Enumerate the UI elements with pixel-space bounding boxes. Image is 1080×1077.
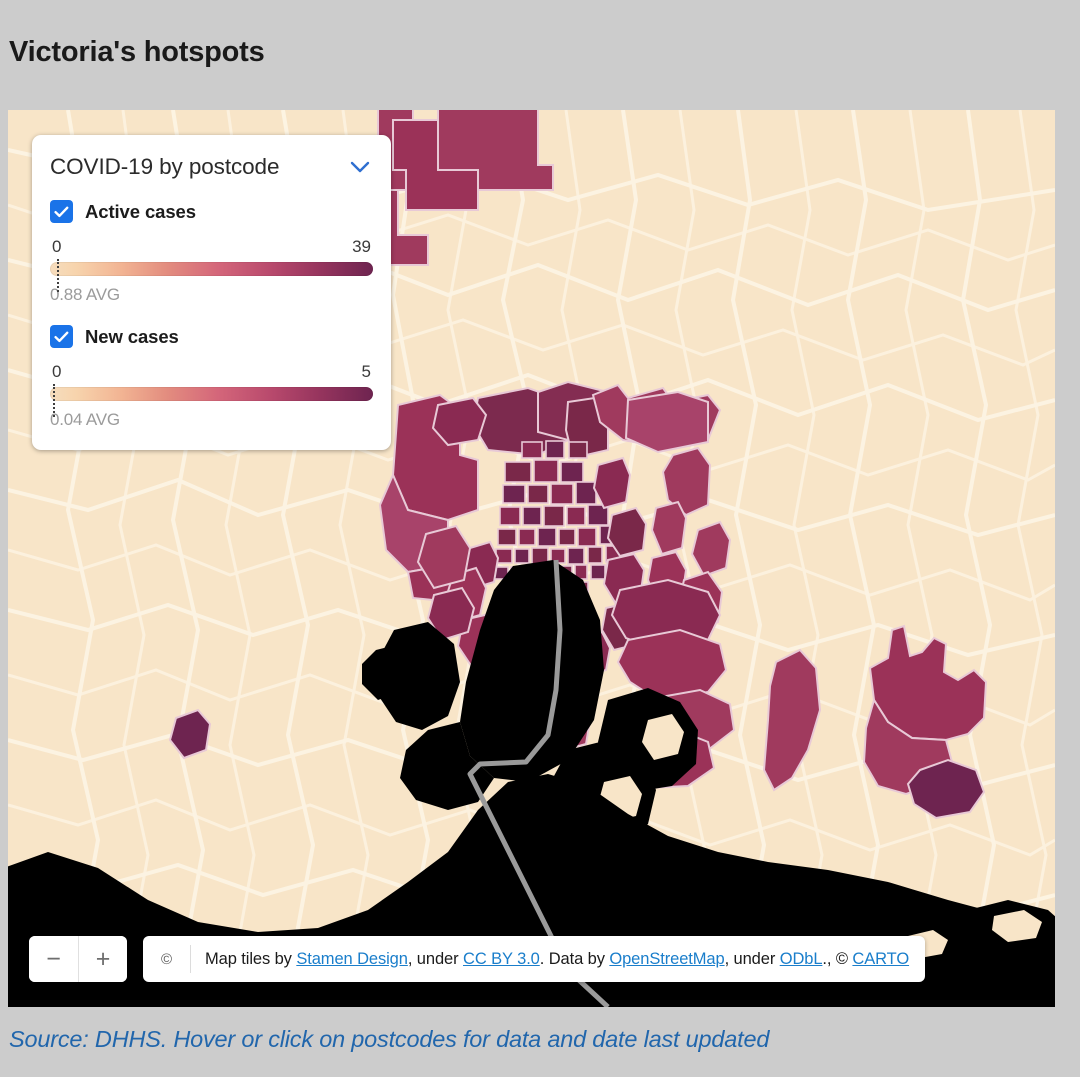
scale-min-new: 0 <box>52 362 62 381</box>
scale-endpoints-new: 0 5 <box>50 362 373 387</box>
checkbox-new-cases[interactable] <box>50 325 73 348</box>
source-caption: Source: DHHS. Hover or click on postcode… <box>9 1026 770 1052</box>
link-odbl[interactable]: ODbL <box>780 950 823 968</box>
link-stamen-design[interactable]: Stamen Design <box>296 950 408 968</box>
attribution-prefix: Map tiles by <box>205 949 297 968</box>
map-attribution: © Map tiles by Stamen Design, under CC B… <box>143 936 926 982</box>
link-openstreetmap[interactable]: OpenStreetMap <box>609 950 724 968</box>
scale-max-active: 39 <box>352 237 371 256</box>
legend-title: COVID-19 by postcode <box>50 154 280 179</box>
hotspot-polygon <box>624 390 709 454</box>
legend-layer-active-cases: Active cases 0 39 0.88 AVG <box>50 200 373 305</box>
avg-marker-new <box>52 384 55 417</box>
zoom-in-button[interactable]: + <box>78 936 127 982</box>
layer-label-active-cases: Active cases <box>85 200 196 222</box>
legend-layer-new-cases: New cases 0 5 0.04 AVG <box>50 325 373 430</box>
zoom-controls[interactable]: − + <box>29 936 127 982</box>
gradient-bar-active-cases[interactable] <box>50 259 373 292</box>
hotspot-polygon <box>431 396 488 447</box>
avg-label-new-cases: 0.04 AVG <box>50 410 120 429</box>
layer-label-new-cases: New cases <box>85 325 179 347</box>
copyright-icon[interactable]: © <box>143 945 191 973</box>
checkbox-active-cases[interactable] <box>50 200 73 223</box>
scale-endpoints-active: 0 39 <box>50 237 373 262</box>
legend-header: COVID-19 by postcode <box>50 154 373 180</box>
zoom-out-button[interactable]: − <box>29 936 78 982</box>
map-container[interactable]: COVID-19 by postcode Active cases 0 39 0… <box>8 110 1055 1007</box>
attribution-sep-3: , under <box>724 949 780 968</box>
link-carto[interactable]: CARTO <box>852 950 909 968</box>
attribution-text: Map tiles by Stamen Design, under CC BY … <box>205 950 909 969</box>
layer-toggle-row-new[interactable]: New cases <box>50 325 373 348</box>
link-cc-by-3[interactable]: CC BY 3.0 <box>463 950 540 968</box>
scale-max-new: 5 <box>361 362 371 381</box>
avg-marker-active <box>57 259 60 292</box>
legend-panel[interactable]: COVID-19 by postcode Active cases 0 39 0… <box>32 135 391 450</box>
layer-toggle-row-active[interactable]: Active cases <box>50 200 373 223</box>
chevron-down-icon[interactable] <box>347 154 373 180</box>
hotspot-polygon <box>592 456 632 510</box>
gradient-bar-new-cases[interactable] <box>50 384 373 417</box>
scale-min-active: 0 <box>52 237 62 256</box>
attribution-sep-2: . Data by <box>539 949 610 968</box>
attribution-sep-1: , under <box>407 949 463 968</box>
avg-label-active-cases: 0.88 AVG <box>50 285 120 304</box>
page-title: Victoria's hotspots <box>9 36 265 68</box>
attribution-sep-4: ., © <box>822 949 853 968</box>
